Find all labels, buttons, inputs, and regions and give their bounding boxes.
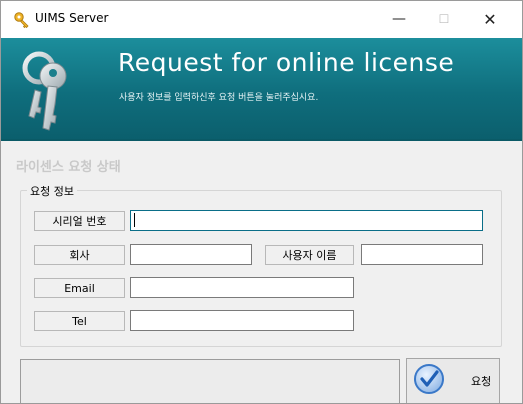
close-button[interactable]: ✕	[467, 1, 513, 38]
company-input[interactable]	[130, 244, 252, 265]
text-caret	[134, 213, 135, 227]
username-input[interactable]	[361, 244, 483, 265]
window-title: UIMS Server	[35, 11, 109, 25]
title-bar[interactable]: UIMS Server — ☐ ✕	[1, 1, 522, 38]
request-button[interactable]: 요청	[406, 358, 500, 403]
license-status-label: 라이센스 요청 상태	[16, 160, 121, 175]
status-message-box	[20, 359, 400, 403]
minimize-button[interactable]: —	[376, 1, 422, 38]
maximize-button[interactable]: ☐	[421, 1, 467, 38]
email-label: Email	[34, 278, 125, 298]
request-button-label: 요청	[471, 375, 492, 388]
banner-subtitle: 사용자 정보를 입력하신후 요청 버튼을 눌러주십시요.	[119, 93, 319, 103]
serial-number-label: 시리얼 번호	[34, 211, 125, 231]
tel-input[interactable]	[130, 310, 354, 331]
tel-label: Tel	[34, 311, 125, 331]
header-banner: Request for online license 사용자 정보를 입력하신후…	[1, 38, 522, 141]
request-info-legend: 요청 정보	[27, 183, 77, 199]
checkmark-icon	[414, 364, 444, 394]
key-icon	[14, 12, 29, 29]
keys-icon	[22, 51, 67, 131]
app-window: UIMS Server — ☐ ✕ Request for online lic…	[0, 0, 523, 404]
email-input[interactable]	[130, 277, 354, 298]
company-label: 회사	[34, 245, 125, 265]
serial-number-input[interactable]	[130, 210, 483, 231]
username-label: 사용자 이름	[265, 245, 354, 265]
banner-title: Request for online license	[118, 48, 455, 77]
